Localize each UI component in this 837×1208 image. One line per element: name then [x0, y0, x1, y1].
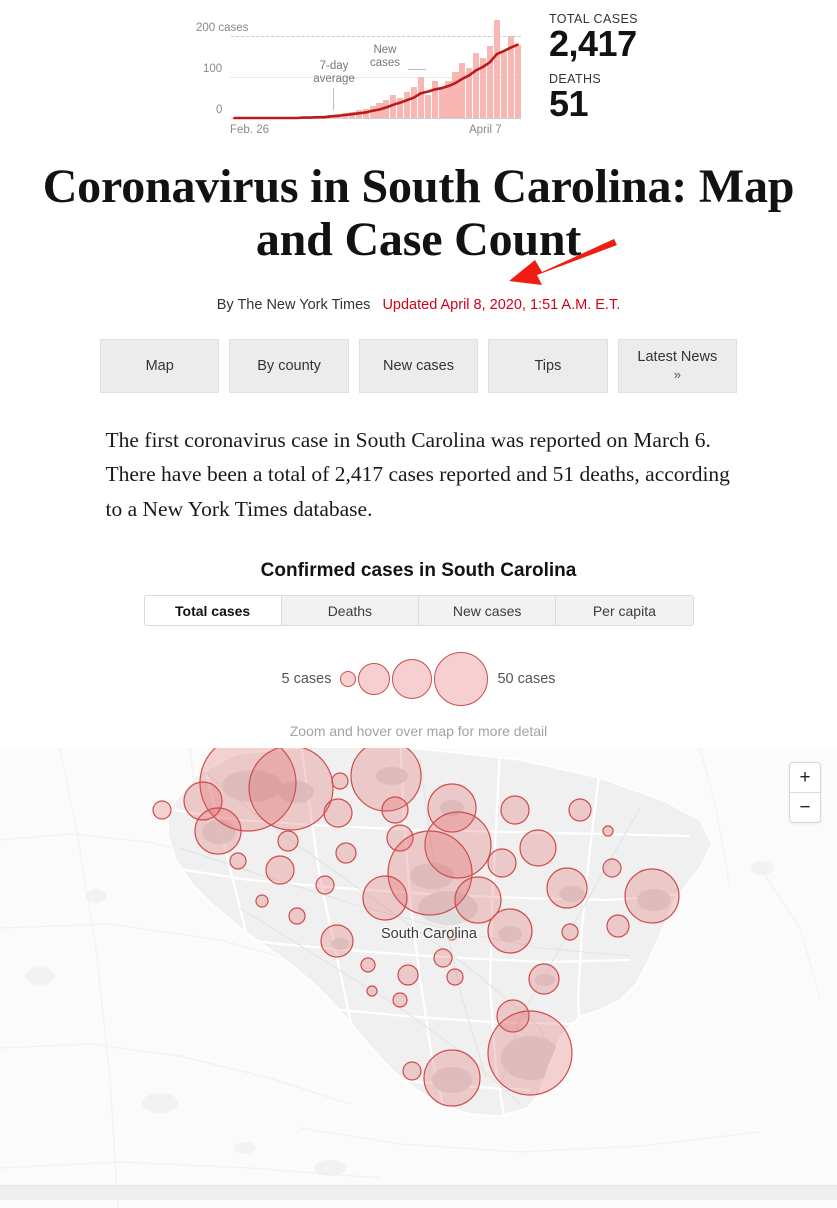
byline-author: By The New York Times	[217, 297, 371, 313]
case-bubble[interactable]	[153, 801, 171, 819]
case-bubble[interactable]	[488, 909, 532, 953]
case-bubble[interactable]	[488, 1011, 572, 1095]
page-title: Coronavirus in South Carolina: Map and C…	[10, 161, 827, 267]
nav-tab-label: By county	[257, 357, 321, 375]
map-tab-per-capita[interactable]: Per capita	[556, 596, 692, 625]
annotation-leader-newcases	[408, 69, 426, 70]
case-bubble[interactable]	[289, 908, 305, 924]
case-bubble[interactable]	[361, 958, 375, 972]
legend-circle	[392, 659, 432, 699]
case-bubble[interactable]	[321, 925, 353, 957]
case-bubble[interactable]	[520, 830, 556, 866]
case-bubble[interactable]	[501, 796, 529, 824]
map-metric-tabs: Total casesDeathsNew casesPer capita	[144, 595, 694, 626]
nav-tab-label: New cases	[383, 357, 454, 375]
case-bubble[interactable]	[547, 868, 587, 908]
case-bubble[interactable]	[324, 799, 352, 827]
case-bubble[interactable]	[249, 748, 333, 830]
map-hint-text: Zoom and hover over map for more detail	[0, 723, 837, 739]
map-module-title: Confirmed cases in South Carolina	[0, 560, 837, 582]
ytick-label-100: 100	[203, 63, 222, 75]
map-tab-deaths[interactable]: Deaths	[282, 596, 419, 625]
updated-timestamp: Updated April 8, 2020, 1:51 A.M. E.T.	[382, 297, 620, 313]
xtick-label-start: Feb. 26	[230, 124, 269, 136]
zoom-out-button[interactable]: −	[790, 793, 820, 822]
map-state-label: South Carolina	[381, 926, 477, 942]
case-bubble[interactable]	[332, 773, 348, 789]
case-bubble[interactable]	[447, 969, 463, 985]
case-bubble[interactable]	[393, 993, 407, 1007]
total-cases-value: 2,417	[549, 26, 779, 63]
legend-circle-scale	[340, 652, 488, 706]
legend-circle	[434, 652, 488, 706]
case-bubble[interactable]	[603, 826, 613, 836]
nav-tab-by-county[interactable]: By county	[229, 339, 348, 393]
chevron-right-icon: »	[674, 367, 681, 383]
map-tab-new-cases[interactable]: New cases	[419, 596, 556, 625]
case-bubble[interactable]	[603, 859, 621, 877]
ytick-label-0: 0	[216, 104, 222, 116]
annotation-seven-day-average: 7-day average	[308, 60, 360, 86]
new-cases-mini-chart: 200 cases 100 0 Feb. 26 April 7 7-day av…	[196, 12, 526, 132]
case-bubble[interactable]	[278, 831, 298, 851]
case-bubble[interactable]	[607, 915, 629, 937]
page-bottom-bar	[0, 1185, 837, 1200]
case-bubble[interactable]	[403, 1062, 421, 1080]
byline-row: By The New York Times Updated April 8, 2…	[0, 297, 837, 313]
ytick-label-200: 200 cases	[196, 22, 248, 34]
zoom-in-button[interactable]: +	[790, 763, 820, 793]
nav-tab-new-cases[interactable]: New cases	[359, 339, 478, 393]
nav-tab-label: Tips	[534, 357, 561, 375]
case-bubble[interactable]	[316, 876, 334, 894]
case-bubble[interactable]	[336, 843, 356, 863]
case-bubble[interactable]	[195, 808, 241, 854]
map-zoom-controls[interactable]: + −	[789, 762, 821, 823]
case-bubble[interactable]	[569, 799, 591, 821]
map-canvas[interactable]: South Carolina + −	[0, 748, 837, 1208]
legend-circle	[340, 671, 356, 687]
legend-min-label: 5 cases	[281, 671, 331, 687]
case-bubble[interactable]	[382, 797, 408, 823]
case-bubble[interactable]	[266, 856, 294, 884]
case-bubble[interactable]	[562, 924, 578, 940]
case-bubble[interactable]	[529, 964, 559, 994]
summary-stats: TOTAL CASES 2,417 DEATHS 51	[549, 12, 779, 131]
annotation-new-cases: New cases	[362, 44, 408, 70]
case-bubble[interactable]	[230, 853, 246, 869]
case-bubble[interactable]	[625, 869, 679, 923]
map-legend: 5 cases 50 cases	[0, 652, 837, 706]
case-bubble[interactable]	[398, 965, 418, 985]
summary-strip: 200 cases 100 0 Feb. 26 April 7 7-day av…	[0, 0, 837, 145]
lede-paragraph: The first coronavirus case in South Caro…	[106, 423, 732, 527]
nav-tab-label: Latest News	[637, 348, 717, 366]
case-bubble[interactable]	[434, 949, 452, 967]
case-bubble[interactable]	[256, 895, 268, 907]
section-nav: Map By county New cases Tips Latest News»	[0, 339, 837, 393]
case-bubble[interactable]	[367, 986, 377, 996]
case-bubble[interactable]	[424, 1050, 480, 1106]
xtick-label-end: April 7	[469, 124, 502, 136]
map-graphic[interactable]	[0, 748, 837, 1208]
map-tab-total-cases[interactable]: Total cases	[145, 596, 282, 625]
deaths-value: 51	[549, 86, 779, 123]
nav-tab-label: Map	[146, 357, 174, 375]
case-bubble[interactable]	[363, 876, 407, 920]
annotation-leader-average	[333, 88, 334, 110]
nav-tab-latest-news[interactable]: Latest News»	[618, 339, 737, 393]
legend-circle	[358, 663, 390, 695]
case-bubble[interactable]	[488, 849, 516, 877]
legend-max-label: 50 cases	[497, 671, 555, 687]
nav-tab-map[interactable]: Map	[100, 339, 219, 393]
nav-tab-tips[interactable]: Tips	[488, 339, 607, 393]
